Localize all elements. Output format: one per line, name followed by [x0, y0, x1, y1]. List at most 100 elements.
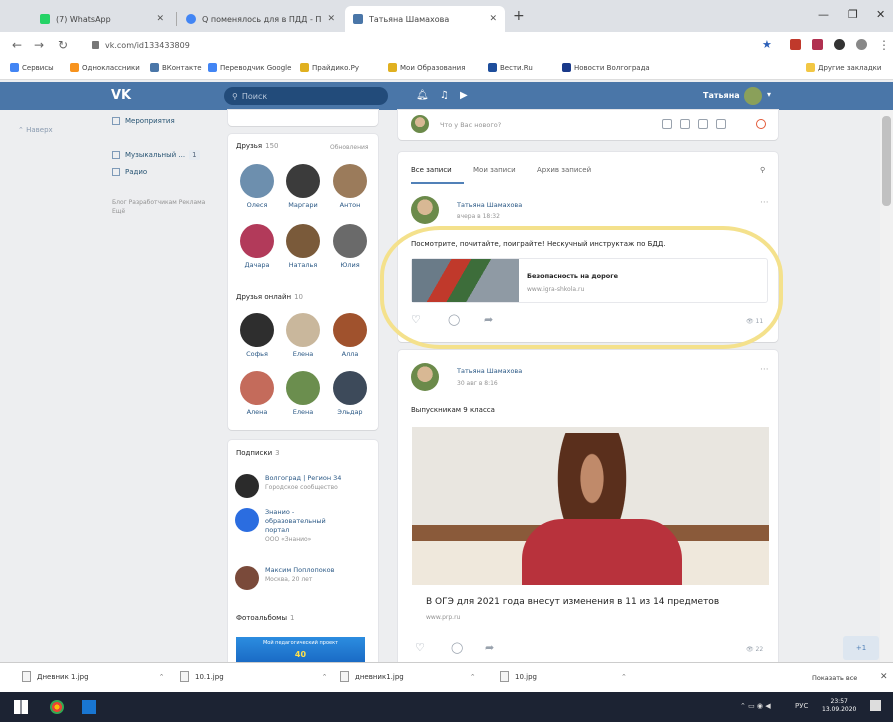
mini-chat-button[interactable]: +1 [843, 636, 879, 660]
subscription-item[interactable]: Максим Поплопоков Москва, 20 лет [235, 566, 335, 590]
bookmark-praidiko[interactable]: Прайдико.Ру [300, 63, 359, 72]
download-item[interactable]: дневник1.jpg ⌃ [340, 671, 476, 682]
friends-title[interactable]: Друзья 150 [236, 142, 279, 150]
comment-icon[interactable]: ◯ [451, 641, 463, 654]
notifications-icon[interactable]: 🔔︎ [416, 90, 429, 101]
minimize-button[interactable]: — [818, 8, 829, 21]
show-all-downloads[interactable]: Показать все [812, 674, 857, 682]
vk-logo[interactable]: VK [111, 88, 131, 103]
bookmark-other[interactable]: Другие закладки [806, 63, 881, 72]
bookmark-apps[interactable]: Сервисы [10, 63, 54, 72]
chevron-down-icon[interactable]: ▾ [767, 90, 771, 99]
article-icon[interactable] [716, 119, 726, 129]
tab-search[interactable]: Q поменялось для в ПДД - П... ✕ [178, 6, 343, 32]
music-icon[interactable]: ♫ [440, 90, 451, 101]
url-input[interactable]: vk.com/id133433809 [88, 36, 758, 54]
sidebar-item-events[interactable]: Мероприятия [112, 117, 175, 125]
post-photo[interactable] [412, 427, 769, 585]
download-item[interactable]: 10.1.jpg ⌃ [180, 671, 328, 682]
search-input[interactable]: ⚲ Поиск [224, 87, 388, 105]
clock[interactable]: 23:57 13.09.2020 [822, 698, 856, 714]
post-author[interactable]: Татьяна Шамахова [457, 367, 522, 375]
windows-start-icon[interactable] [14, 700, 28, 714]
extension-icon[interactable] [834, 39, 845, 50]
tab-my-posts[interactable]: Мои записи [473, 166, 516, 174]
chevron-up-icon[interactable]: ⌃ [322, 673, 328, 681]
subscriptions-title[interactable]: Подписки 3 [236, 449, 280, 457]
app-icon[interactable] [82, 700, 96, 714]
bookmark-odnoklassniki[interactable]: Одноклассники [70, 63, 140, 72]
new-tab-button[interactable]: + [513, 8, 525, 24]
subscription-item[interactable]: Знанио - образовательный портал ООО «Знан… [235, 508, 335, 544]
profile-icon[interactable] [856, 39, 867, 50]
friend-item[interactable]: Антон [330, 164, 370, 209]
friend-item[interactable]: Наталья [283, 224, 323, 269]
friend-item[interactable]: Алла [330, 313, 370, 358]
avatar[interactable] [744, 87, 762, 105]
menu-icon[interactable]: ⋮ [878, 38, 890, 52]
forward-icon[interactable]: → [34, 38, 44, 52]
news-title[interactable]: В ОГЭ для 2021 года внесут изменения в 1… [426, 597, 719, 607]
friend-item[interactable]: Маргари [283, 164, 323, 209]
download-item[interactable]: 10.jpg ⌃ [500, 671, 627, 682]
friend-item[interactable]: Юлия [330, 224, 370, 269]
search-icon[interactable]: ⚲ [760, 166, 765, 174]
bookmark-volgograd-news[interactable]: Новости Волгограда [562, 63, 650, 72]
tab-archive[interactable]: Архив записей [537, 166, 591, 174]
footer-links[interactable]: Блог Разработчикам Реклама Ещё [112, 198, 212, 216]
sidebar-item-radio[interactable]: Радио [112, 168, 147, 176]
subscription-item[interactable]: Волгоград | Регион 34 Городское сообществ… [235, 474, 341, 498]
close-icon[interactable]: ✕ [880, 672, 888, 682]
chrome-icon[interactable] [50, 700, 64, 714]
close-icon[interactable]: ✕ [489, 14, 497, 24]
post-date[interactable]: 30 авг в 8:16 [457, 380, 498, 387]
sidebar-item-music[interactable]: Музыкальный ... 1 [112, 150, 200, 160]
close-icon[interactable]: ✕ [156, 14, 164, 24]
share-icon[interactable]: ➦ [485, 641, 494, 654]
scrollbar-thumb[interactable] [882, 116, 891, 206]
bookmark-vesti[interactable]: Вести.Ru [488, 63, 533, 72]
play-icon[interactable]: ▶ [460, 90, 471, 101]
extension-icon[interactable] [812, 39, 823, 50]
more-icon[interactable]: ··· [760, 198, 769, 208]
post-date[interactable]: вчера в 18:32 [457, 213, 500, 220]
friend-item[interactable]: Дачара [237, 224, 277, 269]
more-icon[interactable]: ··· [760, 365, 769, 375]
post-author[interactable]: Татьяна Шамахова [457, 201, 522, 209]
friend-item[interactable]: Елена [283, 313, 323, 358]
tab-whatsapp[interactable]: (7) WhatsApp ✕ [32, 6, 172, 32]
download-item[interactable]: Дневник 1.jpg ⌃ [22, 671, 164, 682]
camera-icon[interactable] [662, 119, 672, 129]
composer-input[interactable]: Что у Вас нового? [440, 121, 501, 129]
tray-icons[interactable]: ⌃ ▭ ◉ ◀︎ [740, 702, 771, 710]
video-icon[interactable] [680, 119, 690, 129]
back-to-top[interactable]: ⌃ Наверх [18, 126, 53, 134]
friends-updates-link[interactable]: Обновления [330, 144, 369, 151]
extension-icon[interactable] [790, 39, 801, 50]
online-friends-title[interactable]: Друзья онлайн 10 [236, 293, 303, 301]
friend-item[interactable]: Алена [237, 371, 277, 416]
albums-title[interactable]: Фотоальбомы 1 [236, 614, 294, 622]
language-indicator[interactable]: РУС [795, 702, 808, 710]
story-icon[interactable] [756, 119, 766, 129]
reload-icon[interactable]: ↻ [58, 38, 68, 52]
tab-vk-profile[interactable]: Татьяна Шамахова ✕ [345, 6, 505, 32]
back-icon[interactable]: ← [12, 38, 22, 52]
music-icon[interactable] [698, 119, 708, 129]
bookmark-star-icon[interactable]: ★ [762, 38, 772, 51]
close-icon[interactable]: ✕ [327, 14, 335, 24]
bookmark-vk[interactable]: ВКонтакте [150, 63, 202, 72]
close-window-button[interactable]: ✕ [876, 8, 885, 21]
friend-item[interactable]: Олеся [237, 164, 277, 209]
bookmark-translate[interactable]: Переводчик Google [208, 63, 291, 72]
user-name[interactable]: Татьяна [703, 91, 740, 100]
like-icon[interactable]: ♡ [415, 641, 425, 654]
chevron-up-icon[interactable]: ⌃ [470, 673, 476, 681]
notification-center-icon[interactable] [870, 700, 881, 711]
friend-item[interactable]: Софья [237, 313, 277, 358]
chevron-up-icon[interactable]: ⌃ [159, 673, 165, 681]
friend-item[interactable]: Елена [283, 371, 323, 416]
bookmark-education[interactable]: Мои Образования [388, 63, 465, 72]
friend-item[interactable]: Эльдар [330, 371, 370, 416]
maximize-button[interactable]: ❐ [848, 8, 858, 21]
